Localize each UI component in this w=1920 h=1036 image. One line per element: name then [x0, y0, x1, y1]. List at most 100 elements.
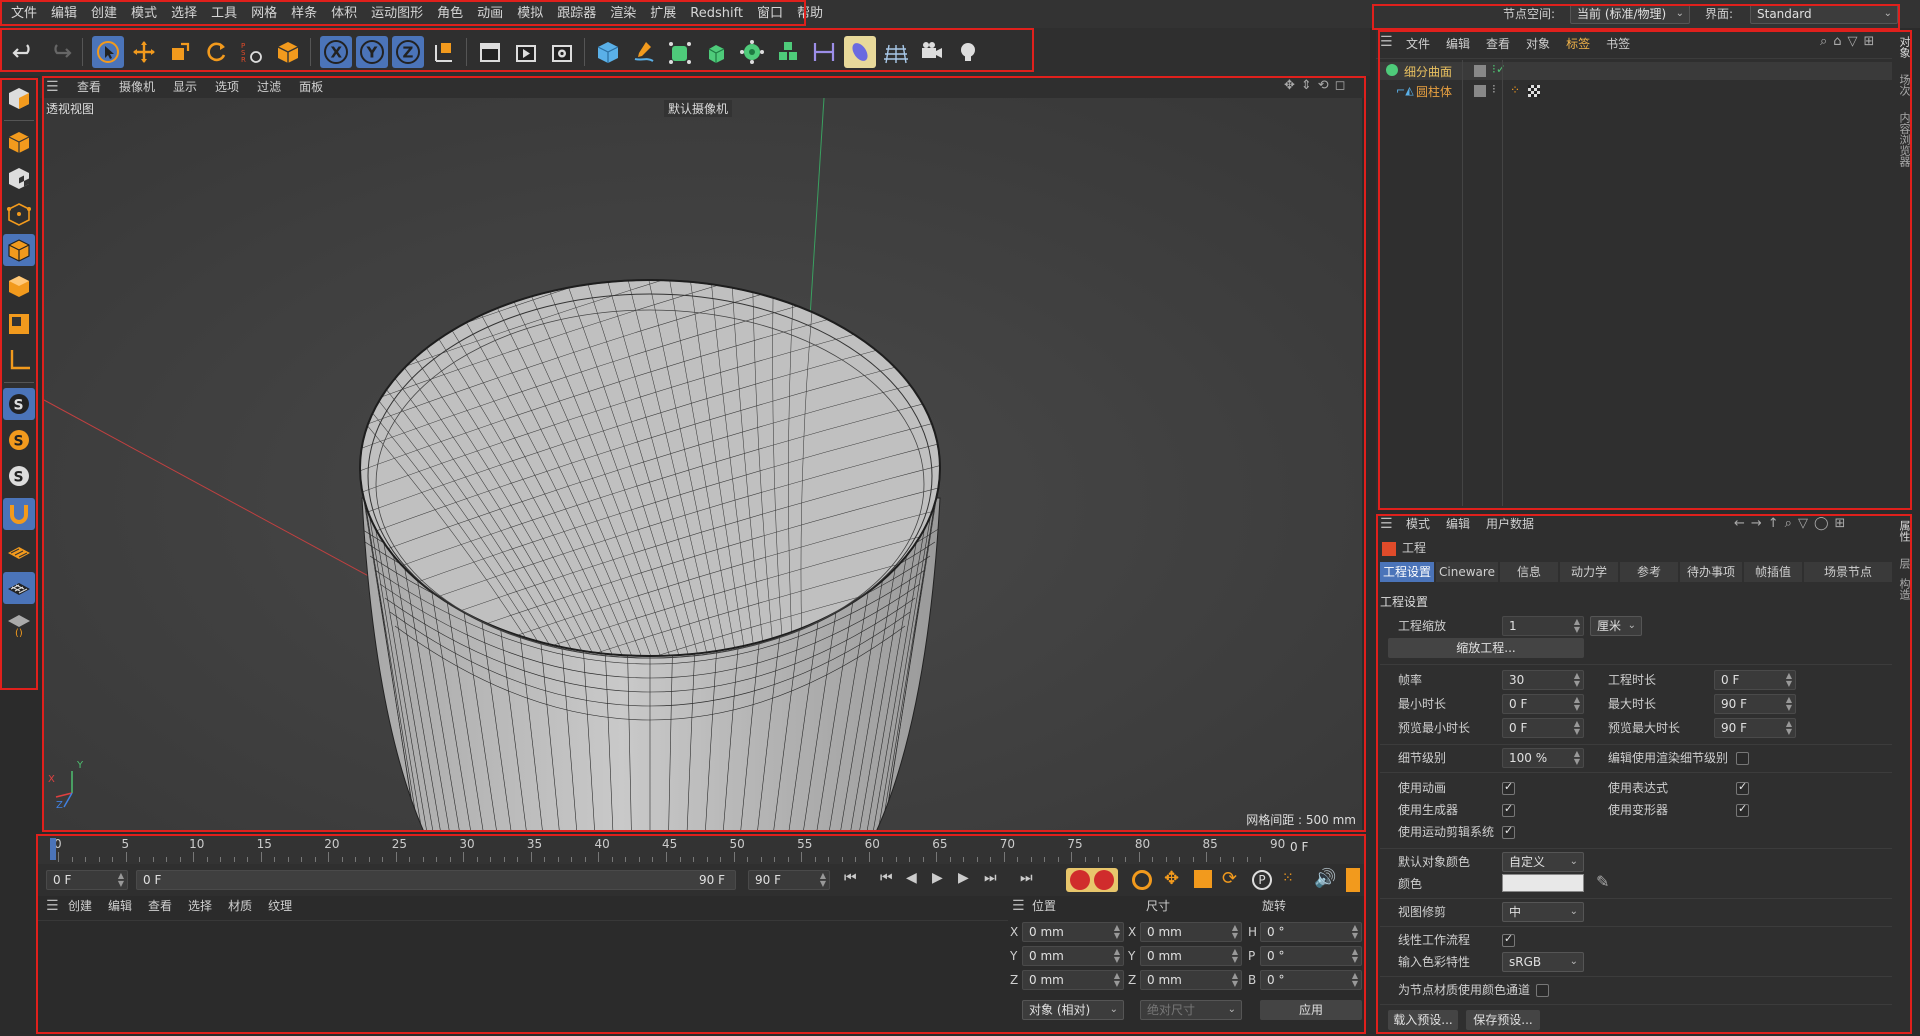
menu-character[interactable]: 角色	[430, 4, 470, 24]
extrude-button[interactable]	[700, 36, 732, 68]
lock-y-axis-button[interactable]: Y	[356, 36, 388, 68]
material-menu-texture[interactable]: 纹理	[260, 896, 300, 916]
visibility-toggle-icon[interactable]	[1474, 85, 1486, 97]
objmgr-menu-bookmarks[interactable]: 书签	[1598, 34, 1638, 54]
menu-mograph[interactable]: 运动图形	[364, 4, 430, 24]
menu-tracker[interactable]: 跟踪器	[550, 4, 603, 24]
attr-menu-edit[interactable]: 编辑	[1438, 514, 1478, 534]
play-icon[interactable]: ▶	[932, 870, 943, 886]
end-frame-field[interactable]: 90 F ▲ ▼	[748, 870, 830, 890]
key-rotation-icon[interactable]: ⟳	[1222, 868, 1237, 889]
hamburger-icon[interactable]: ☰	[46, 79, 59, 95]
size-x-field[interactable]: 0 mm ▲ ▼	[1140, 922, 1242, 942]
menu-redshift[interactable]: Redshift	[683, 4, 750, 24]
fps-field[interactable]: 30 ▲ ▼	[1502, 670, 1584, 690]
objmgr-menu-view[interactable]: 查看	[1478, 34, 1518, 54]
visibility-toggle-icon[interactable]	[1474, 65, 1486, 77]
save-preset-button[interactable]: 保存预设...	[1466, 1010, 1540, 1030]
measure-button[interactable]	[808, 36, 840, 68]
select-tool-button[interactable]	[92, 36, 124, 68]
enabled-check-icon[interactable]: ⁝✓	[1492, 62, 1506, 76]
menu-simulate[interactable]: 模拟	[510, 4, 550, 24]
key-pla-icon[interactable]: ⁙	[1282, 870, 1294, 886]
keyframe-selection-icon[interactable]	[1132, 870, 1152, 890]
input-color-dropdown[interactable]: sRGB ⌄	[1502, 952, 1584, 972]
subdivision-surface-button[interactable]	[664, 36, 696, 68]
menu-create[interactable]: 创建	[84, 4, 124, 24]
scale-project-button[interactable]: 缩放工程...	[1388, 638, 1584, 658]
use-generator-checkbox[interactable]	[1502, 802, 1515, 817]
preview-max-field[interactable]: 90 F ▲ ▼	[1714, 718, 1796, 738]
sound-icon[interactable]: 🔊	[1314, 868, 1336, 889]
locked-workplane-button[interactable]: ()	[3, 608, 35, 640]
record-icon[interactable]	[1070, 870, 1090, 890]
tab-todo[interactable]: 待办事项	[1680, 562, 1742, 582]
prev-key-icon[interactable]: ⏮	[880, 870, 893, 886]
rotation-p-field[interactable]: 0 ° ▲ ▼	[1260, 946, 1362, 966]
size-mode-dropdown[interactable]: 绝对尺寸 ⌄	[1140, 1000, 1242, 1020]
scale-tool-button[interactable]	[164, 36, 196, 68]
use-expression-checkbox[interactable]	[1736, 780, 1749, 795]
render-view-button[interactable]	[474, 36, 506, 68]
goto-start-icon[interactable]: ⏮	[844, 870, 857, 886]
edge-mode-button[interactable]	[3, 234, 35, 266]
material-menu-select[interactable]: 选择	[180, 896, 220, 916]
render-lod-checkbox[interactable]	[1736, 752, 1749, 765]
timeline-playhead[interactable]	[50, 838, 56, 860]
texture-mode-button[interactable]	[3, 162, 35, 194]
grid-plane-button[interactable]	[3, 572, 35, 604]
timeline-settings-icon[interactable]	[1346, 868, 1360, 892]
node-material-checkbox[interactable]	[1536, 984, 1549, 997]
objmgr-menu-object[interactable]: 对象	[1518, 34, 1558, 54]
light-button[interactable]	[952, 36, 984, 68]
object-mode-button[interactable]	[3, 126, 35, 158]
objmgr-menu-file[interactable]: 文件	[1398, 34, 1438, 54]
side-tab-objects[interactable]: 对象	[1896, 36, 1912, 58]
hamburger-icon[interactable]: ☰	[1380, 34, 1393, 50]
menu-select[interactable]: 选择	[164, 4, 204, 24]
timeline-ruler[interactable]: 0 5 10 15 20 25 30 35 40 45 50 55 60 65 70 75 80 85 90 0 F	[38, 834, 1366, 864]
tab-dynamics[interactable]: 动力学	[1560, 562, 1618, 582]
menu-extensions[interactable]: 扩展	[643, 4, 683, 24]
undo-button[interactable]	[8, 36, 40, 68]
menu-volume[interactable]: 体积	[324, 4, 364, 24]
menu-spline[interactable]: 样条	[284, 4, 324, 24]
tab-reference[interactable]: 参考	[1620, 562, 1678, 582]
tab-interpolation[interactable]: 帧插值	[1744, 562, 1802, 582]
project-scale-field[interactable]: 1 ▲ ▼	[1502, 616, 1584, 636]
default-color-dropdown[interactable]: 自定义 ⌄	[1502, 852, 1584, 872]
eyedropper-icon[interactable]: ✎	[1596, 872, 1609, 891]
menu-animate[interactable]: 动画	[470, 4, 510, 24]
rotation-b-field[interactable]: 0 ° ▲ ▼	[1260, 970, 1362, 990]
menu-render[interactable]: 渲染	[603, 4, 643, 24]
tab-project-settings[interactable]: 工程设置	[1380, 562, 1434, 582]
lock-z-axis-button[interactable]: Z	[392, 36, 424, 68]
polygon-mode-button[interactable]	[3, 270, 35, 302]
hamburger-icon[interactable]: ☰	[1380, 516, 1393, 532]
key-param-icon[interactable]: P	[1252, 870, 1272, 890]
tab-scene-nodes[interactable]: 场景节点	[1804, 562, 1892, 582]
last-tool-button[interactable]	[272, 36, 304, 68]
objmgr-menu-edit[interactable]: 编辑	[1438, 34, 1478, 54]
menu-tools[interactable]: 工具	[204, 4, 244, 24]
viewport-menu-view[interactable]: 查看	[68, 78, 110, 96]
position-x-field[interactable]: 0 mm ▲ ▼	[1022, 922, 1124, 942]
menu-edit[interactable]: 编辑	[44, 4, 84, 24]
workplane-button[interactable]	[3, 536, 35, 568]
cube-object-button[interactable]	[592, 36, 624, 68]
viewport-menu-options[interactable]: 选项	[206, 78, 248, 96]
rotate-tool-button[interactable]	[200, 36, 232, 68]
side-tab-attributes[interactable]: 属性	[1896, 520, 1912, 542]
color-swatch[interactable]	[1502, 874, 1584, 892]
object-row-cylinder[interactable]: ⌐◭ 圆柱体 ⁝ ⁘	[1380, 82, 1892, 100]
redo-button[interactable]	[44, 36, 76, 68]
side-tab-layers[interactable]: 层	[1896, 558, 1912, 569]
floor-button[interactable]	[880, 36, 912, 68]
attr-menu-userdata[interactable]: 用户数据	[1478, 514, 1542, 534]
axis-mode-button[interactable]	[3, 344, 35, 376]
side-tab-content-browser[interactable]: 内容浏览器	[1896, 112, 1912, 167]
side-tab-structure[interactable]: 构造	[1896, 578, 1912, 600]
attr-menu-mode[interactable]: 模式	[1398, 514, 1438, 534]
material-menu-create[interactable]: 创建	[60, 896, 100, 916]
next-frame-icon[interactable]: ▶	[958, 870, 969, 886]
